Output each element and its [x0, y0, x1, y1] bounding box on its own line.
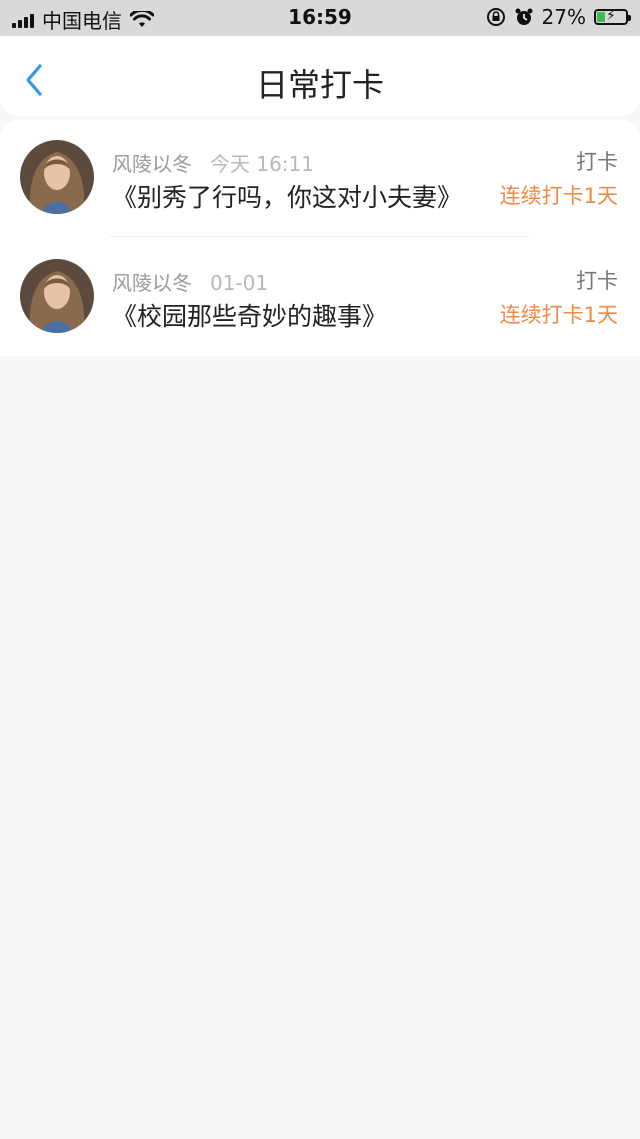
- book-title: 《校园那些奇妙的趣事》: [112, 302, 388, 331]
- battery-percent: 27%: [541, 5, 586, 29]
- checkin-list: 风陵以冬 今天 16:11 《别秀了行吗，你这对小夫妻》 打卡 连续打卡1天 风陵…: [0, 120, 640, 356]
- orientation-lock-icon: [486, 8, 505, 26]
- charging-bolt-icon: ⚡: [606, 8, 616, 24]
- page-title: 日常打卡: [255, 66, 384, 104]
- checkin-label: 打卡: [576, 150, 618, 174]
- status-right: 27% ⚡: [486, 5, 631, 29]
- avatar[interactable]: [20, 259, 94, 333]
- battery-fill: [597, 12, 605, 22]
- user-name: 风陵以冬: [112, 271, 192, 295]
- list-item[interactable]: 风陵以冬 今天 16:11 《别秀了行吗，你这对小夫妻》 打卡 连续打卡1天: [0, 120, 640, 238]
- record-time: 今天 16:11: [210, 152, 314, 176]
- status-bar: 中国电信 16:59 27% ⚡: [0, 0, 640, 36]
- battery-icon: ⚡: [594, 8, 631, 25]
- book-title: 《别秀了行吗，你这对小夫妻》: [112, 183, 463, 212]
- streak-label: 连续打卡1天: [499, 184, 618, 208]
- avatar[interactable]: [20, 140, 94, 214]
- divider: [110, 236, 530, 237]
- nav-bar: 日常打卡: [0, 36, 640, 116]
- record-time: 01-01: [210, 271, 269, 295]
- user-name: 风陵以冬: [112, 152, 192, 176]
- list-item[interactable]: 风陵以冬 01-01 《校园那些奇妙的趣事》 打卡 连续打卡1天: [0, 239, 640, 357]
- streak-label: 连续打卡1天: [499, 303, 618, 327]
- record-meta: 风陵以冬 今天 16:11: [112, 148, 314, 177]
- checkin-label: 打卡: [576, 269, 618, 293]
- alarm-icon: [515, 8, 533, 25]
- record-meta: 风陵以冬 01-01: [112, 267, 268, 296]
